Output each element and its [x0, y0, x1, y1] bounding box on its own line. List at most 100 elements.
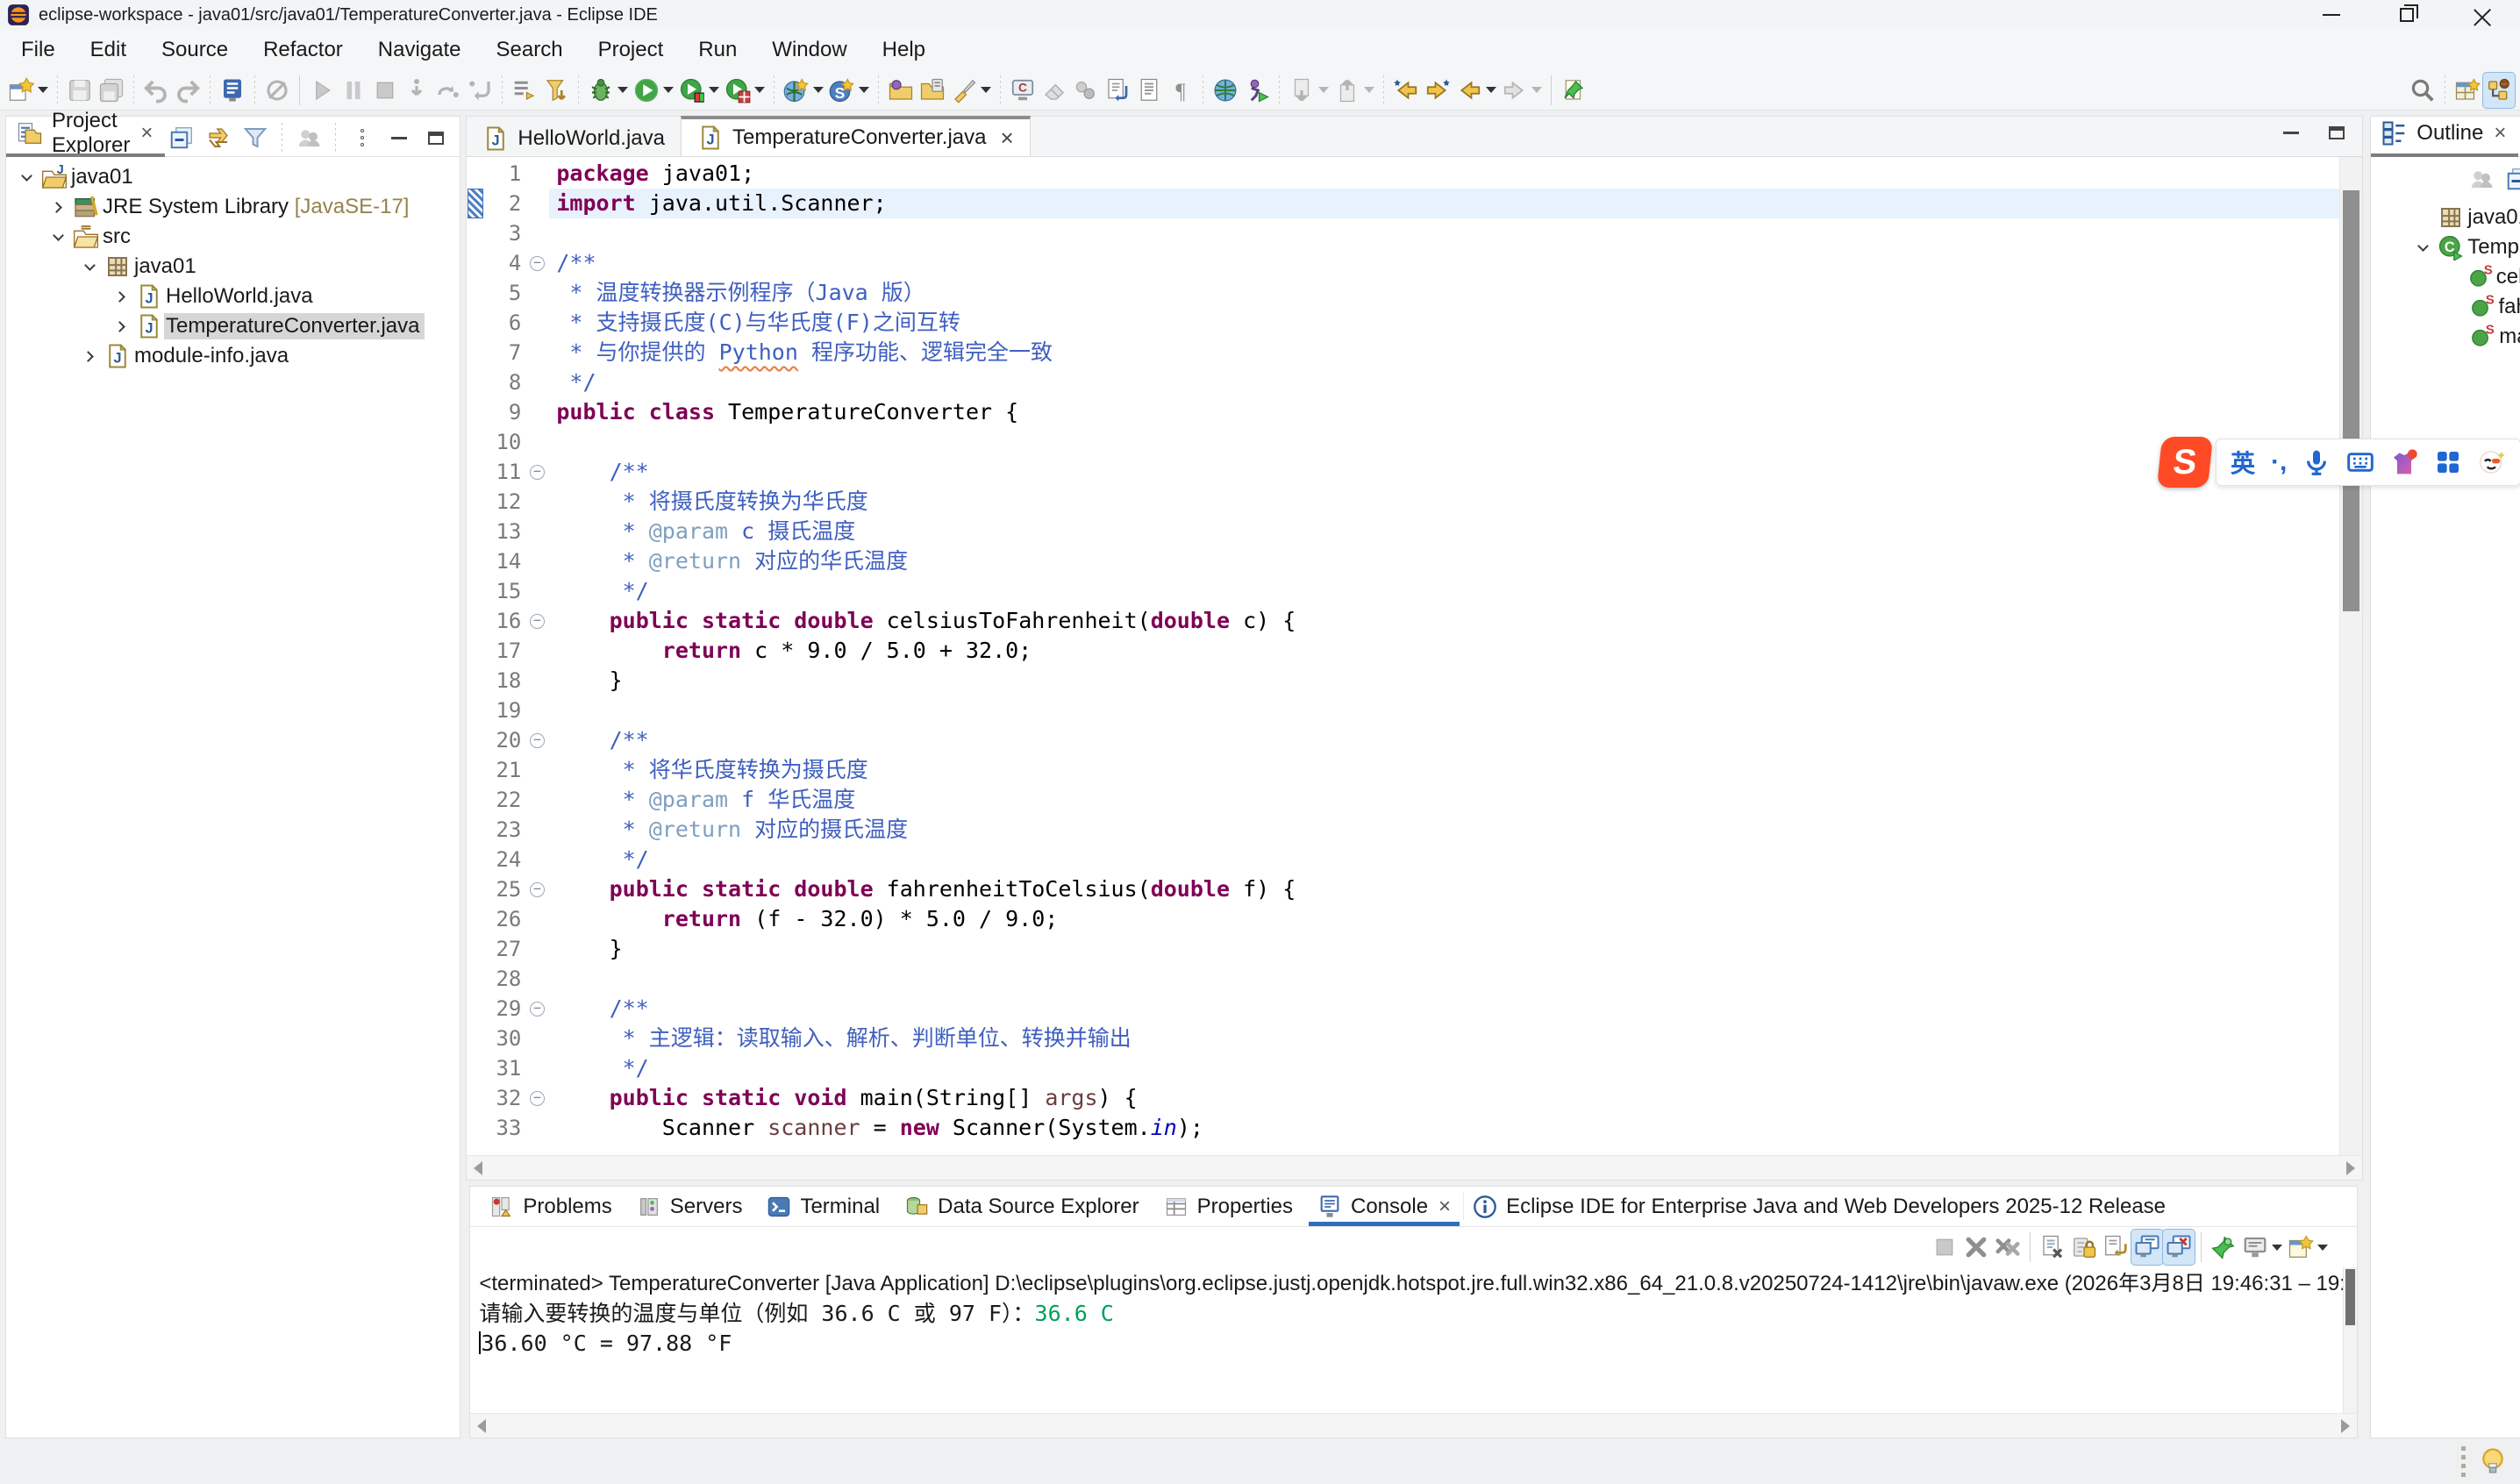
- code-line-7[interactable]: 7 * 与你提供的 Python 程序功能、逻辑完全一致: [467, 338, 2339, 367]
- close-view-icon[interactable]: ×: [140, 121, 153, 146]
- maximize-view-button[interactable]: [2320, 118, 2353, 147]
- update-up-button[interactable]: [1331, 73, 1377, 108]
- emoji-icon[interactable]: [2478, 448, 2506, 476]
- coverage-dropdown-icon[interactable]: [709, 87, 719, 93]
- code-line-29[interactable]: 29− /**: [467, 994, 2339, 1024]
- close-tab-icon[interactable]: ×: [1000, 125, 1013, 152]
- code-line-14[interactable]: 14 * @return 对应的华氏温度: [467, 546, 2339, 576]
- outline-item-fahrenheittocelsius-double-[interactable]: SfahrenheitToCelsius(double): [2371, 292, 2520, 322]
- editor-tab-temperatureconverter-java[interactable]: JTemperatureConverter.java×: [681, 116, 1031, 156]
- menu-refactor[interactable]: Refactor: [246, 30, 361, 70]
- step-over-button[interactable]: [432, 73, 464, 108]
- clear-console-button[interactable]: [2037, 1230, 2068, 1265]
- console-output[interactable]: <terminated> TemperatureConverter [Java …: [470, 1267, 2357, 1413]
- ime-punctuation-icon[interactable]: ·,: [2271, 447, 2287, 477]
- open-element-button[interactable]: [217, 73, 248, 108]
- view-tab-problems[interactable]: Problems: [477, 1187, 624, 1226]
- redo-button[interactable]: [172, 73, 203, 108]
- java-ee-perspective-button[interactable]: [2483, 73, 2515, 108]
- outline-item-main-string-[interactable]: Smain(String[]) : void: [2371, 322, 2520, 352]
- chevron-expanded-icon[interactable]: [2409, 246, 2436, 250]
- ime-language-toggle[interactable]: 英: [2231, 445, 2255, 480]
- chevron-collapsed-icon[interactable]: [108, 293, 134, 301]
- fold-collapse-icon[interactable]: −: [525, 1083, 549, 1113]
- notification-bulb-icon[interactable]: [2478, 1446, 2508, 1476]
- view-tab-properties[interactable]: Properties: [1152, 1187, 1305, 1226]
- project-item-jre-system-library-[interactable]: JRE System Library [JavaSE-17]: [6, 192, 460, 222]
- update-up-dropdown-icon[interactable]: [1364, 87, 1374, 93]
- commit-down-dropdown-icon[interactable]: [1318, 87, 1329, 93]
- suspend-button[interactable]: [338, 73, 369, 108]
- console-scroll-left-icon[interactable]: [477, 1419, 486, 1433]
- pin-editor-button[interactable]: [1558, 73, 1589, 108]
- chevron-collapsed-icon[interactable]: [108, 323, 134, 331]
- close-view-icon[interactable]: ×: [2494, 121, 2506, 146]
- code-line-30[interactable]: 30 * 主逻辑：读取输入、解析、判断单位、转换并输出: [467, 1024, 2339, 1053]
- scroll-left-icon[interactable]: [474, 1161, 482, 1175]
- editor-vscroll-thumb[interactable]: [2343, 190, 2359, 611]
- console-horizontal-scrollbar[interactable]: [470, 1413, 2357, 1438]
- outline-item-temperatureconverter[interactable]: CTemperatureConverter: [2371, 232, 2520, 262]
- filter-button[interactable]: [239, 123, 272, 153]
- new-wizard-button[interactable]: [5, 73, 51, 108]
- code-editor[interactable]: 1package java01;2import java.util.Scanne…: [466, 156, 2363, 1181]
- chevron-collapsed-icon[interactable]: [76, 353, 103, 360]
- close-button[interactable]: [2445, 0, 2520, 30]
- terminate-button[interactable]: [369, 73, 401, 108]
- use-step-filters-button[interactable]: [509, 73, 540, 108]
- open-perspective-button[interactable]: [2452, 73, 2483, 108]
- menu-navigate[interactable]: Navigate: [361, 30, 479, 70]
- code-line-10[interactable]: 10: [467, 427, 2339, 457]
- save-all-button[interactable]: [96, 73, 127, 108]
- menu-source[interactable]: Source: [144, 30, 246, 70]
- fold-collapse-icon[interactable]: −: [525, 994, 549, 1024]
- clean-markers-button[interactable]: [1039, 73, 1070, 108]
- code-line-8[interactable]: 8 */: [467, 367, 2339, 397]
- pin-console-button[interactable]: [2208, 1230, 2239, 1265]
- coverage-button[interactable]: [676, 73, 722, 108]
- back-dropdown-icon[interactable]: [1486, 87, 1496, 93]
- menu-search[interactable]: Search: [479, 30, 581, 70]
- editor-horizontal-scrollbar[interactable]: [467, 1155, 2362, 1180]
- word-wrap-button[interactable]: [2100, 1230, 2131, 1265]
- remove-launch-button[interactable]: [1960, 1230, 1992, 1265]
- project-item-src[interactable]: src: [6, 222, 460, 252]
- code-line-33[interactable]: 33 Scanner scanner = new Scanner(System.…: [467, 1113, 2339, 1143]
- last-edit-location-button[interactable]: [1390, 73, 1422, 108]
- open-console-button[interactable]: [2285, 1230, 2331, 1265]
- code-line-17[interactable]: 17 return c * 9.0 / 5.0 + 32.0;: [467, 636, 2339, 666]
- resume-button[interactable]: [306, 73, 338, 108]
- show-stdout-changed-button[interactable]: [2131, 1230, 2163, 1265]
- code-line-16[interactable]: 16− public static double celsiusToFahren…: [467, 606, 2339, 636]
- code-line-15[interactable]: 15 */: [467, 576, 2339, 606]
- collapse-all-button[interactable]: [2501, 164, 2520, 194]
- code-line-21[interactable]: 21 * 将华氏度转换为摄氏度: [467, 755, 2339, 785]
- microphone-icon[interactable]: [2302, 448, 2331, 476]
- view-tab-servers[interactable]: Servers: [625, 1187, 755, 1226]
- skin-icon[interactable]: [2390, 448, 2418, 476]
- open-console-dropdown-icon[interactable]: [2317, 1245, 2328, 1251]
- display-selected-console-button[interactable]: [2239, 1230, 2285, 1265]
- code-line-25[interactable]: 25− public static double fahrenheitToCel…: [467, 874, 2339, 904]
- chevron-expanded-icon[interactable]: [76, 265, 103, 269]
- annotate-button[interactable]: [948, 73, 994, 108]
- back-button[interactable]: [1453, 73, 1499, 108]
- new-wizard-dropdown-icon[interactable]: [38, 87, 48, 93]
- new-web-wizard-button[interactable]: [781, 73, 826, 108]
- fold-collapse-icon[interactable]: −: [525, 725, 549, 755]
- project-item-java01[interactable]: java01: [6, 252, 460, 282]
- annotate-dropdown-icon[interactable]: [981, 87, 991, 93]
- code-line-27[interactable]: 27 }: [467, 934, 2339, 964]
- code-line-19[interactable]: 19: [467, 696, 2339, 725]
- code-line-13[interactable]: 13 * @param c 摄氏温度: [467, 517, 2339, 546]
- menu-window[interactable]: Window: [754, 30, 864, 70]
- status-handle-icon[interactable]: [2461, 1446, 2466, 1477]
- maximize-view-button[interactable]: [419, 123, 453, 153]
- editor-vertical-scrollbar[interactable]: [2339, 157, 2362, 1155]
- run-button[interactable]: [631, 73, 676, 108]
- web-service-wizard-dropdown-icon[interactable]: [859, 87, 869, 93]
- profile-dropdown-icon[interactable]: [754, 87, 765, 93]
- terminate-launch-button[interactable]: [1929, 1230, 1960, 1265]
- web-service-wizard-button[interactable]: S: [826, 73, 872, 108]
- show-whitespace-button[interactable]: ¶: [1165, 73, 1196, 108]
